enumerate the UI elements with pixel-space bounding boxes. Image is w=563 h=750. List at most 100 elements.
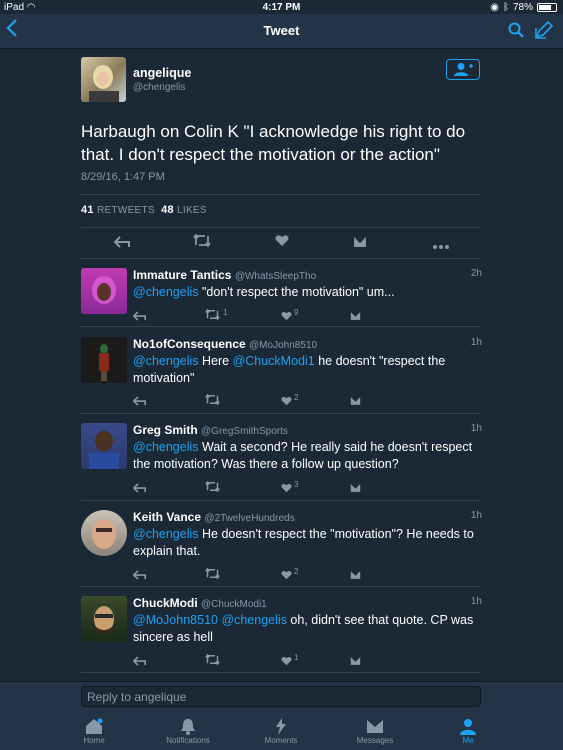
tab-me[interactable]: Me — [423, 715, 513, 745]
tab-label: Home — [83, 736, 105, 745]
reply-like-count: 2 — [294, 393, 299, 402]
reply-handle[interactable]: @WhatsSleepTho — [235, 271, 316, 282]
envelope-icon — [367, 720, 383, 733]
battery-percent: 78% — [512, 2, 533, 13]
tab-label: Moments — [264, 736, 298, 745]
add-user-icon — [454, 63, 473, 76]
lock-rotation-icon: ◉ — [490, 2, 499, 13]
reply-time: 1h — [470, 337, 482, 348]
bluetooth-icon: ᛒ — [502, 2, 509, 13]
retweet-icon[interactable] — [205, 566, 220, 584]
like-icon[interactable] — [275, 234, 289, 252]
reply-retweet-count: 1 — [223, 308, 228, 317]
reply-icon[interactable] — [132, 308, 146, 326]
reply-avatar[interactable] — [81, 596, 127, 642]
reply-time: 1h — [470, 596, 482, 607]
like-icon[interactable] — [281, 393, 292, 411]
divider — [81, 672, 481, 673]
tab-messages[interactable]: Messages — [330, 715, 420, 745]
direct-message-icon[interactable] — [350, 480, 361, 498]
reply-text: @MoJohn8510 @chengelis oh, didn't see th… — [133, 613, 474, 644]
reply-handle[interactable]: @MoJohn8510 — [249, 340, 317, 351]
direct-message-icon[interactable] — [350, 653, 361, 671]
reply-like-count: 2 — [294, 567, 299, 576]
reply-text: @chengelis He doesn't respect the "motiv… — [133, 527, 474, 558]
reply-icon[interactable] — [132, 567, 146, 585]
reply-name[interactable]: Immature Tantics — [133, 268, 231, 282]
direct-message-icon[interactable] — [350, 567, 361, 585]
more-icon[interactable] — [432, 237, 450, 255]
reply-handle[interactable]: @2TwelveHundreds — [204, 513, 294, 524]
reply-icon[interactable] — [132, 653, 146, 671]
author-handle[interactable]: @chengelis — [133, 82, 185, 93]
status-bar: iPad ◠ 4:17 PM ◉ ᛒ 78% — [0, 0, 563, 14]
retweet-icon[interactable] — [205, 479, 220, 497]
likes-label[interactable]: LIKES — [177, 205, 207, 216]
like-icon[interactable] — [281, 567, 292, 585]
reply-input[interactable]: Reply to angelique — [81, 686, 481, 707]
divider — [81, 500, 481, 501]
like-icon[interactable] — [281, 653, 292, 671]
direct-message-icon[interactable] — [350, 308, 361, 326]
reply-handle[interactable]: @GregSmithSports — [201, 426, 288, 437]
direct-message-icon[interactable] — [350, 393, 361, 411]
search-button[interactable] — [508, 22, 524, 43]
reply-avatar[interactable] — [81, 423, 127, 469]
mention-link[interactable]: @chengelis — [133, 527, 199, 541]
retweet-icon[interactable] — [193, 233, 211, 252]
tab-moments[interactable]: Moments — [236, 715, 326, 745]
home-icon — [86, 718, 103, 734]
reply-like-count: 3 — [294, 480, 299, 489]
reply-avatar[interactable] — [81, 268, 127, 314]
reply-icon[interactable] — [132, 480, 146, 498]
tab-home[interactable]: Home — [49, 715, 139, 745]
page-title: Tweet — [263, 23, 300, 38]
mention-link[interactable]: @chengelis — [133, 285, 199, 299]
reply-avatar[interactable] — [81, 337, 127, 383]
retweet-count[interactable]: 41 — [81, 204, 94, 216]
reply-name[interactable]: Keith Vance — [133, 510, 201, 524]
tab-label: Messages — [356, 736, 394, 745]
follow-button[interactable] — [446, 59, 480, 80]
compose-button[interactable] — [535, 20, 554, 44]
reply-handle[interactable]: @ChuckModi1 — [201, 599, 267, 610]
direct-message-icon[interactable] — [353, 235, 367, 253]
like-icon[interactable] — [281, 308, 292, 326]
reply-name[interactable]: ChuckModi — [133, 596, 198, 610]
status-time: 4:17 PM — [262, 2, 301, 13]
tab-bar: Home Notifications Moments Messages Me — [0, 715, 563, 750]
mention-link[interactable]: @chengelis — [133, 440, 199, 454]
tab-label: Me — [462, 736, 474, 745]
author-name[interactable]: angelique — [133, 66, 191, 80]
battery-icon — [537, 3, 557, 12]
bell-icon — [181, 719, 195, 735]
like-count[interactable]: 48 — [161, 204, 174, 216]
divider — [81, 227, 481, 228]
retweets-label[interactable]: RETWEETS — [97, 205, 155, 216]
reply-time: 1h — [470, 423, 482, 434]
reply-icon[interactable] — [132, 393, 146, 411]
tweet-timestamp: 8/29/16, 1:47 PM — [81, 171, 165, 183]
retweet-icon[interactable] — [205, 652, 220, 670]
reply-avatar[interactable] — [81, 510, 127, 556]
mention-link[interactable]: @MoJohn8510 @chengelis — [133, 613, 287, 627]
lightning-icon — [276, 718, 286, 735]
like-icon[interactable] — [281, 480, 292, 498]
retweet-icon[interactable] — [205, 392, 220, 410]
mention-link[interactable]: @chengelis — [133, 354, 199, 368]
reply-like-count: 9 — [294, 308, 299, 317]
person-icon — [460, 719, 476, 735]
reply-like-count: 1 — [294, 653, 299, 662]
divider — [81, 258, 481, 259]
retweet-icon[interactable] — [205, 307, 220, 325]
reply-name[interactable]: Greg Smith — [133, 423, 198, 437]
tweet-stats: 41 RETWEETS 48 LIKES — [81, 204, 207, 216]
nav-bar: Tweet — [0, 14, 563, 49]
author-avatar[interactable] — [81, 57, 126, 102]
reply-name[interactable]: No1ofConsequence — [133, 337, 246, 351]
mention-link[interactable]: @ChuckModi1 — [233, 354, 315, 368]
tab-label: Notifications — [166, 736, 210, 745]
tweet-text: Harbaugh on Colin K "I acknowledge his r… — [81, 122, 466, 164]
tab-notifications[interactable]: Notifications — [143, 715, 233, 745]
reply-icon[interactable] — [113, 235, 130, 253]
